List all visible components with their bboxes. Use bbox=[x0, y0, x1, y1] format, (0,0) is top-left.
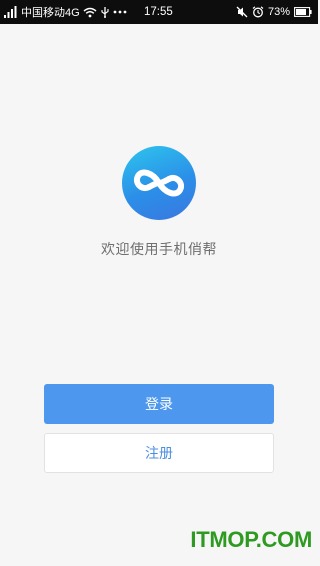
usb-icon bbox=[100, 6, 110, 18]
battery-text: 73% bbox=[267, 6, 290, 18]
status-left: 中国移动4G bbox=[4, 0, 127, 24]
welcome-text: 欢迎使用手机俏帮 bbox=[101, 242, 217, 258]
battery-icon bbox=[294, 7, 312, 17]
clock-text: 17:55 bbox=[144, 6, 173, 18]
app-logo bbox=[122, 146, 196, 220]
status-right: 73% bbox=[236, 0, 312, 24]
watermark: ITMOP.COM bbox=[190, 527, 312, 552]
carrier-text: 中国移动4G bbox=[21, 7, 80, 19]
signal-icon bbox=[4, 6, 18, 18]
status-bar: 中国移动4G 17:55 73% bbox=[0, 0, 318, 24]
register-button[interactable]: 注册 bbox=[44, 433, 274, 473]
more-icon bbox=[113, 10, 127, 14]
status-center: 17:55 bbox=[144, 0, 173, 24]
login-button[interactable]: 登录 bbox=[44, 384, 274, 424]
alarm-icon bbox=[252, 6, 264, 18]
mute-icon bbox=[236, 6, 248, 18]
infinity-logo-icon bbox=[132, 163, 186, 203]
wifi-icon bbox=[83, 7, 97, 18]
